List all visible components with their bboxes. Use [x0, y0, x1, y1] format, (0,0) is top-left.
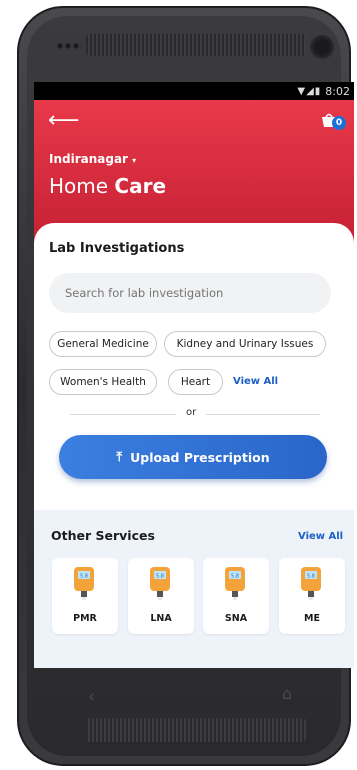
other-view-all-link[interactable]: View All — [298, 531, 343, 542]
other-services-section: Other Services View All 5.8 PMR 5.8 LNA … — [34, 510, 354, 668]
back-nav-icon[interactable]: ‹ — [88, 686, 95, 707]
front-camera — [310, 35, 334, 59]
chevron-down-icon: ▾ — [132, 156, 137, 165]
glucometer-reading: 5.8 — [307, 574, 315, 580]
bottom-speaker — [86, 718, 306, 742]
chip-womens-health[interactable]: Women's Health — [49, 369, 157, 395]
chip-general-medicine[interactable]: General Medicine — [49, 331, 157, 357]
back-arrow-icon[interactable]: ⟵ — [48, 110, 80, 132]
lab-section-title: Lab Investigations — [49, 241, 185, 256]
service-card-lna[interactable]: 5.8 LNA — [128, 558, 194, 634]
glucometer-icon: 5.8 — [74, 567, 94, 600]
upload-prescription-button[interactable]: ⤒ Upload Prescription — [59, 435, 327, 479]
app-screen: ▼◢▮ 8:02 ⟵ 0 Indiranagar ▾ Home Care Lab… — [34, 82, 354, 668]
lab-search-input[interactable] — [49, 273, 331, 313]
service-label: PMR — [73, 613, 97, 624]
upload-icon: ⤒ — [116, 449, 123, 465]
glucometer-reading: 5.8 — [231, 574, 239, 580]
divider-line — [70, 414, 176, 415]
signal-battery-icon: ▼◢▮ — [297, 85, 322, 97]
other-services-title: Other Services — [51, 528, 155, 543]
glucometer-reading: 5.8 — [80, 574, 88, 580]
service-card-sna[interactable]: 5.8 SNA — [203, 558, 269, 634]
status-time: 8:02 — [325, 84, 350, 98]
chip-kidney-urinary[interactable]: Kidney and Urinary Issues — [164, 331, 326, 357]
page-title: Home Care — [49, 174, 167, 198]
service-label: LNA — [150, 613, 172, 624]
lab-investigations-card: Lab Investigations General Medicine Kidn… — [34, 223, 354, 668]
service-label: SNA — [224, 613, 248, 624]
service-card-me[interactable]: 5.8 ME — [279, 558, 345, 634]
chip-heart[interactable]: Heart — [168, 369, 223, 395]
or-divider: or — [70, 407, 320, 421]
location-selector[interactable]: Indiranagar ▾ — [49, 152, 136, 166]
glucometer-icon: 5.8 — [301, 567, 321, 600]
or-label: or — [186, 407, 197, 418]
cart-count-badge: 0 — [332, 116, 346, 130]
glucometer-icon: 5.8 — [225, 567, 245, 600]
divider-line — [206, 414, 320, 415]
service-card-pmr[interactable]: 5.8 PMR — [52, 558, 118, 634]
upload-label: Upload Prescription — [130, 449, 270, 465]
home-nav-icon[interactable]: ⌂ — [282, 684, 292, 703]
lab-view-all-link[interactable]: View All — [233, 376, 278, 387]
status-bar: ▼◢▮ 8:02 — [34, 82, 354, 100]
cart-button[interactable]: 0 — [320, 112, 346, 132]
sensor-dots — [56, 42, 82, 50]
location-label: Indiranagar — [49, 152, 128, 166]
glucometer-reading: 5.8 — [156, 574, 164, 580]
earpiece-speaker — [86, 34, 306, 56]
service-label: ME — [304, 613, 320, 624]
glucometer-icon: 5.8 — [150, 567, 170, 600]
